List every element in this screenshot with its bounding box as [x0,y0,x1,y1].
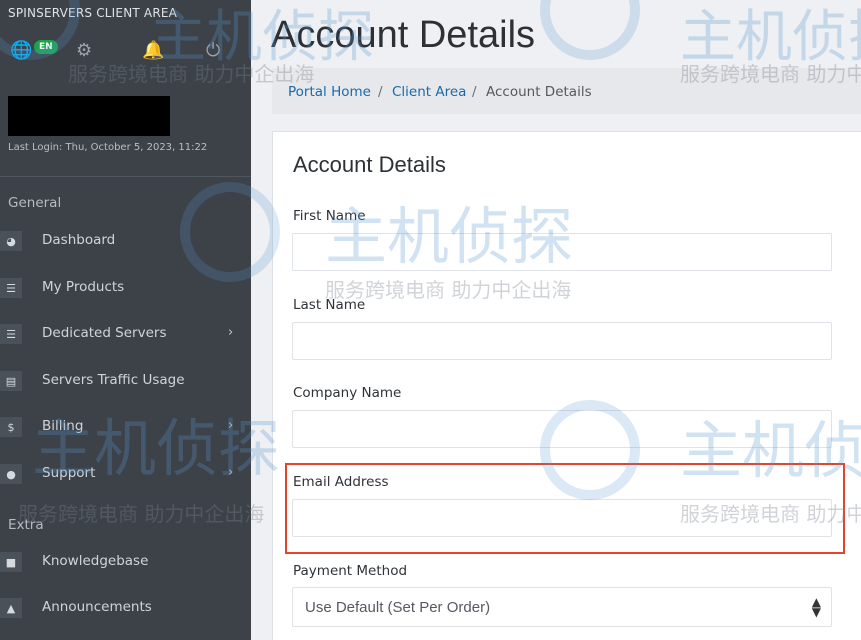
first-name-label: First Name [293,208,366,224]
sidebar-item-label: Billing [42,418,84,434]
breadcrumb: Portal Home / Client Area / Account Deta… [272,68,861,114]
book-icon: ■ [0,552,22,572]
last-name-field[interactable] [292,322,832,360]
sidebar-item-label: My Products [42,279,125,295]
sidebar-item-announcements[interactable]: ▲ Announcements [0,590,251,626]
chevron-right-icon: › [228,418,234,433]
top-icons: 🌐 EN ⚙ 🔔 ⏻ [10,40,240,64]
first-name-field[interactable] [292,233,832,271]
payment-method-select[interactable]: Use Default (Set Per Order) ▲ ▼ [292,587,832,627]
chart-icon: ▤ [0,371,22,391]
watermark-brand: 主机侦探 [680,5,861,70]
payment-method-label: Payment Method [293,563,408,579]
gear-icon[interactable]: ⚙ [76,40,92,61]
section-extra: Extra [8,517,44,533]
watermark-logo [540,0,640,60]
breadcrumb-current: Account Details [486,84,592,100]
power-icon[interactable]: ⏻ [206,40,220,61]
sidebar-divider [0,176,251,177]
last-login-text: Last Login: Thu, October 5, 2023, 11:22 [8,142,208,153]
sidebar-item-billing[interactable]: $ Billing › [0,409,251,445]
sidebar-item-label: Dedicated Servers [42,325,167,341]
sidebar-item-label: Support [42,465,96,481]
payment-method-value: Use Default (Set Per Order) [305,599,491,616]
breadcrumb-portal-home[interactable]: Portal Home [288,84,371,100]
breadcrumb-client-area[interactable]: Client Area [392,84,466,100]
sidebar: SPINSERVERS CLIENT AREA 🌐 EN ⚙ 🔔 ⏻ Last … [0,0,251,640]
section-general: General [8,195,62,211]
sidebar-item-support[interactable]: ● Support › [0,456,251,492]
sidebar-item-my-products[interactable]: ☰ My Products [0,270,251,306]
server-icon: ☰ [0,324,22,344]
breadcrumb-separator: / [472,84,477,100]
sidebar-item-dashboard[interactable]: ◕ Dashboard [0,223,251,259]
chevron-right-icon: › [228,465,234,480]
language-badge[interactable]: EN [34,40,58,54]
dollar-icon: $ [0,417,22,437]
sidebar-item-label: Dashboard [42,232,116,248]
email-highlight-box [285,463,845,554]
sidebar-item-dedicated-servers[interactable]: ☰ Dedicated Servers › [0,316,251,352]
sidebar-item-label: Announcements [42,599,152,615]
sidebar-item-label: Knowledgebase [42,553,149,569]
dashboard-icon: ◕ [0,231,22,251]
company-name-label: Company Name [293,385,402,401]
user-name-redacted [8,96,170,136]
brand-title: SPINSERVERS CLIENT AREA [8,6,178,20]
page-title: Account Details [271,14,536,56]
chevron-right-icon: › [228,325,234,340]
bell-icon[interactable]: 🔔 [142,40,164,61]
sidebar-item-knowledgebase[interactable]: ■ Knowledgebase [0,544,251,580]
sidebar-item-label: Servers Traffic Usage [42,372,185,388]
chat-icon: ● [0,464,22,484]
sidebar-item-traffic-usage[interactable]: ▤ Servers Traffic Usage [0,363,251,399]
breadcrumb-separator: / [378,84,383,100]
megaphone-icon: ▲ [0,598,22,618]
globe-icon[interactable]: 🌐 [10,40,32,61]
company-name-field[interactable] [292,410,832,448]
card-title: Account Details [293,152,446,177]
list-icon: ☰ [0,278,22,298]
select-arrows-icon: ▲ ▼ [811,595,821,619]
last-name-label: Last Name [293,297,366,313]
